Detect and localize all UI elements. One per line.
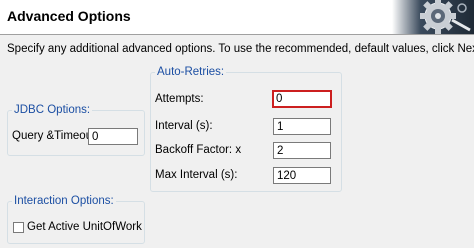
interaction-options-title: Interaction Options: — [14, 195, 114, 207]
interaction-options-group: Interaction Options: — [7, 195, 145, 244]
interval-label: Interval (s): — [155, 120, 213, 132]
backoff-factor-label: Backoff Factor: x — [155, 144, 242, 156]
attempts-label: Attempts: — [155, 93, 204, 105]
attempts-input[interactable] — [272, 90, 332, 108]
interval-input[interactable] — [273, 118, 331, 135]
jdbc-options-title: JDBC Options: — [14, 104, 91, 116]
max-interval-label: Max Interval (s): — [155, 169, 238, 181]
backoff-factor-input[interactable] — [273, 142, 331, 159]
get-active-uow-label[interactable]: Get Active UnitOfWork — [27, 221, 142, 233]
auto-retries-title: Auto-Retries: — [157, 66, 225, 78]
page-title: Advanced Options — [7, 8, 131, 24]
query-timeout-label: Query &Timeout: — [12, 130, 99, 142]
max-interval-input[interactable] — [273, 167, 331, 184]
get-active-uow-checkbox[interactable] — [13, 222, 24, 233]
query-timeout-input[interactable] — [88, 128, 138, 145]
description-text: Specify any additional advanced options.… — [7, 43, 474, 55]
gear-logo-icon — [392, 0, 474, 34]
wizard-header: Advanced Options — [0, 0, 474, 35]
